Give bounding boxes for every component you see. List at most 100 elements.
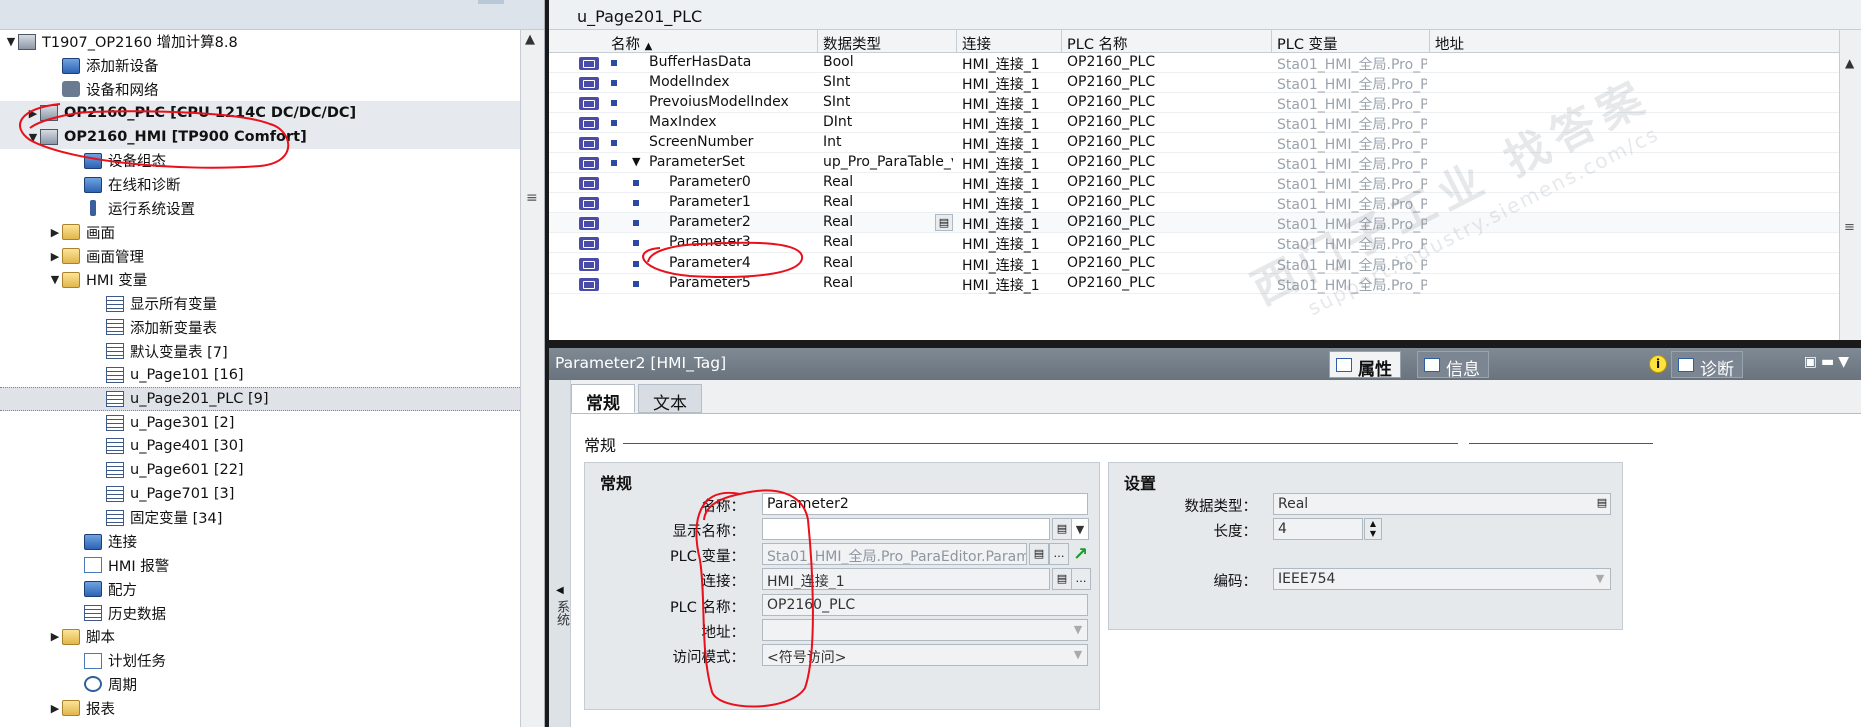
tree-item[interactable]: 连接 [0, 530, 520, 554]
collapse-icon[interactable]: ▼ [1838, 354, 1853, 370]
tree-item[interactable]: u_Page101 [16] [0, 363, 520, 387]
tree-item[interactable]: 添加新设备 [0, 54, 520, 78]
minimize-icon[interactable]: ▬ [1821, 354, 1838, 370]
tree-item[interactable]: 运行系统设置 [0, 197, 520, 221]
length-field[interactable]: 4 [1273, 518, 1363, 540]
tree-item[interactable]: ▶ 脚本 [0, 625, 520, 649]
window-controls[interactable]: ▣▬▼ [1804, 354, 1853, 370]
column-header-plc-name[interactable]: PLC 名称 [1067, 33, 1128, 54]
subtab-text[interactable]: 文本 [638, 384, 702, 414]
tree-item-label: OP2160_HMI [TP900 Comfort] [64, 129, 307, 146]
tree-scrollbar[interactable]: ▲ ≡ [520, 30, 544, 727]
tab-info[interactable]: 信息 [1417, 351, 1489, 380]
tree-item[interactable]: ▶ 报表 [0, 696, 520, 720]
column-header-connection[interactable]: 连接 [962, 33, 991, 54]
text-list-icon[interactable]: ▤ [1029, 543, 1049, 565]
tab-properties[interactable]: 属性 [1329, 351, 1401, 380]
table-row[interactable]: ScreenNumber Int HMI_连接_1 OP2160_PLC Sta01_H… [549, 133, 1839, 154]
display-name-field[interactable] [762, 518, 1050, 540]
tree-item[interactable]: u_Page401 [30] [0, 435, 520, 459]
expand-right-icon[interactable]: ▶ [26, 107, 40, 120]
tree-item[interactable]: 历史数据 [0, 601, 520, 625]
expand-down-icon[interactable]: ▼ [4, 35, 18, 48]
table-row[interactable]: Parameter5 Real HMI_连接_1 OP2160_PLC Sta01_HM… [549, 274, 1839, 294]
table-row[interactable]: Parameter0 Real HMI_连接_1 OP2160_PLC Sta01_HM… [549, 173, 1839, 194]
expand-right-icon[interactable]: ▶ [48, 250, 62, 263]
toolbar-tab-indicator[interactable] [478, 0, 504, 4]
browse-button[interactable]: … [1071, 568, 1091, 590]
tree-item[interactable]: ▶ 画面管理 [0, 244, 520, 268]
tree-item[interactable]: 设备组态 [0, 149, 520, 173]
tree-item[interactable]: ▶ 画面 [0, 220, 520, 244]
access-mode-field[interactable]: <符号访问> [762, 644, 1088, 666]
text-list-icon[interactable]: ▤ [1052, 518, 1072, 540]
inspector-side-strip[interactable]: ◀ 系统 [549, 380, 571, 727]
column-header-datatype[interactable]: 数据类型 [823, 33, 881, 54]
tree-item[interactable]: 计划任务 [0, 649, 520, 673]
tree-item[interactable]: u_Page201_PLC [9] [0, 386, 520, 411]
dropdown-arrow-icon[interactable]: ▼ [1069, 644, 1087, 666]
table-row[interactable]: PrevoiusModelIndex SInt HMI_连接_1 OP2160_PLC… [549, 93, 1839, 114]
tree-item[interactable]: ▼ T1907_OP2160 增加计算8.8 [0, 30, 520, 54]
expand-right-icon[interactable]: ▶ [48, 226, 62, 239]
expand-right-icon[interactable]: ▶ [48, 630, 62, 643]
table-row[interactable]: Parameter4 Real HMI_连接_1 OP2160_PLC Sta01_HM… [549, 254, 1839, 274]
browse-button[interactable]: … [1049, 543, 1069, 565]
table-row[interactable]: Parameter2 Real HMI_连接_1 OP2160_PLC Sta01_HM… [549, 213, 1839, 234]
tree-item[interactable]: ▶ OP2160_PLC [CPU 1214C DC/DC/DC] [0, 101, 520, 126]
subtab-general[interactable]: 常规 [571, 384, 635, 414]
expand-right-icon[interactable]: ▶ [48, 702, 62, 715]
tree-item[interactable]: 添加新变量表 [0, 316, 520, 340]
tree-item[interactable]: 配方 [0, 577, 520, 601]
tree-item[interactable]: 周期 [0, 673, 520, 697]
encoding-field[interactable]: IEEE754 [1273, 568, 1611, 590]
text-list-icon[interactable]: ▤ [935, 214, 953, 232]
tree-item[interactable]: 固定变量 [34] [0, 506, 520, 530]
tree-item[interactable]: 显示所有变量 [0, 292, 520, 316]
tree-item[interactable]: 在线和诊断 [0, 173, 520, 197]
tree-item[interactable]: 默认变量表 [7] [0, 339, 520, 363]
table-row[interactable]: BufferHasData Bool HMI_连接_1 OP2160_PLC Sta01… [549, 53, 1839, 74]
scroll-up-icon[interactable]: ▲ [525, 32, 535, 47]
table-row[interactable]: ModelIndex SInt HMI_连接_1 OP2160_PLC Sta01_HM… [549, 73, 1839, 94]
tree-item[interactable]: ▼ HMI 变量 [0, 268, 520, 292]
scroll-up-icon[interactable]: ▲ [1845, 56, 1854, 70]
table-row[interactable]: Parameter1 Real HMI_连接_1 OP2160_PLC Sta01_HM… [549, 193, 1839, 214]
column-header-name[interactable]: 名称 ▲ [611, 33, 652, 54]
expand-down-icon[interactable]: ▼ [48, 273, 62, 286]
dropdown-arrow-icon[interactable]: ▼ [1069, 619, 1087, 641]
tab-diagnostics[interactable]: 诊断 [1671, 351, 1743, 380]
splitter[interactable] [549, 340, 1861, 348]
expand-down-icon[interactable]: ▼ [632, 155, 640, 168]
go-to-tag-icon[interactable]: ↗ [1073, 544, 1088, 565]
table-row[interactable]: MaxIndex DInt HMI_连接_1 OP2160_PLC Sta01_HMI_… [549, 113, 1839, 134]
length-spinner[interactable]: ▲ ▼ [1364, 518, 1382, 540]
address-field[interactable] [762, 619, 1088, 641]
restore-icon[interactable]: ▣ [1804, 354, 1821, 370]
tree-item[interactable]: u_Page601 [22] [0, 458, 520, 482]
table-scrollbar[interactable]: ▲ ≡ [1839, 30, 1861, 340]
tree-item[interactable]: u_Page301 [2] [0, 411, 520, 435]
dropdown-arrow-icon[interactable]: ▼ [1071, 518, 1089, 540]
scroll-grip-icon[interactable]: ≡ [1844, 220, 1855, 235]
expand-down-icon[interactable]: ▼ [26, 131, 40, 144]
datatype-field[interactable]: Real [1273, 493, 1611, 515]
name-field[interactable]: Parameter2 [762, 493, 1088, 515]
text-list-icon[interactable]: ▤ [1592, 493, 1612, 515]
tree-item[interactable]: u_Page701 [3] [0, 482, 520, 506]
tree-item[interactable]: HMI 报警 [0, 554, 520, 578]
plc-tag-field[interactable]: Sta01_HMI_全局.Pro_ParaEditor.ParameterSet [762, 543, 1027, 565]
plc-name-field[interactable]: OP2160_PLC [762, 594, 1088, 616]
column-header-address[interactable]: 地址 [1435, 33, 1464, 54]
table-row[interactable]: Parameter3 Real HMI_连接_1 OP2160_PLC Sta01_HM… [549, 233, 1839, 254]
tree-item[interactable]: ▼ OP2160_HMI [TP900 Comfort] [0, 125, 520, 149]
connection-field[interactable]: HMI_连接_1 [762, 568, 1050, 590]
table-row[interactable]: ▼ ParameterSet up_Pro_ParaTable_v0... HMI_连… [549, 153, 1839, 174]
scroll-grip-icon[interactable]: ≡ [526, 190, 538, 206]
tree-item[interactable]: 设备和网络 [0, 78, 520, 102]
expand-arrow-icon[interactable]: ◀ [556, 585, 564, 596]
column-header-plc-tag[interactable]: PLC 变量 [1277, 33, 1338, 54]
scheduled-tasks-icon [84, 652, 102, 669]
dropdown-arrow-icon[interactable]: ▼ [1591, 568, 1609, 590]
text-list-icon[interactable]: ▤ [1052, 568, 1072, 590]
